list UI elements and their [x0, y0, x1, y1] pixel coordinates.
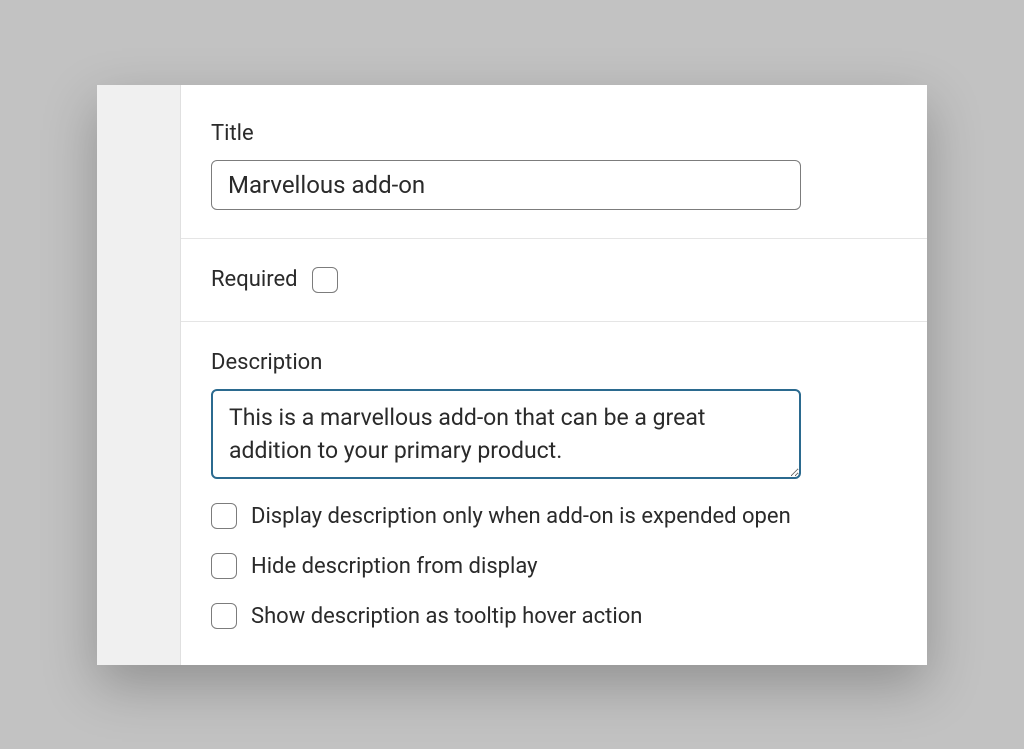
option-hide-description-checkbox[interactable]	[211, 553, 237, 579]
option-display-on-expand-label: Display description only when add-on is …	[251, 504, 791, 529]
description-textarea-wrap	[211, 389, 801, 484]
option-display-on-expand-checkbox[interactable]	[211, 503, 237, 529]
option-tooltip-label: Show description as tooltip hover action	[251, 604, 642, 629]
sidebar	[97, 85, 181, 665]
required-label: Required	[211, 267, 298, 292]
title-label: Title	[211, 121, 897, 146]
option-tooltip-checkbox[interactable]	[211, 603, 237, 629]
title-input[interactable]	[211, 160, 801, 210]
title-section: Title	[181, 85, 927, 238]
description-options: Display description only when add-on is …	[181, 483, 927, 657]
description-section: Description	[181, 321, 927, 484]
description-label: Description	[211, 350, 897, 375]
option-hide-description: Hide description from display	[211, 553, 897, 579]
main-form: Title Required Description Display descr…	[181, 85, 927, 665]
required-section: Required	[181, 238, 927, 321]
required-row: Required	[211, 267, 897, 293]
option-hide-description-label: Hide description from display	[251, 554, 538, 579]
option-display-on-expand: Display description only when add-on is …	[211, 503, 897, 529]
settings-panel: Title Required Description Display descr…	[97, 85, 927, 665]
required-checkbox[interactable]	[312, 267, 338, 293]
description-textarea[interactable]	[211, 389, 801, 480]
option-tooltip: Show description as tooltip hover action	[211, 603, 897, 629]
